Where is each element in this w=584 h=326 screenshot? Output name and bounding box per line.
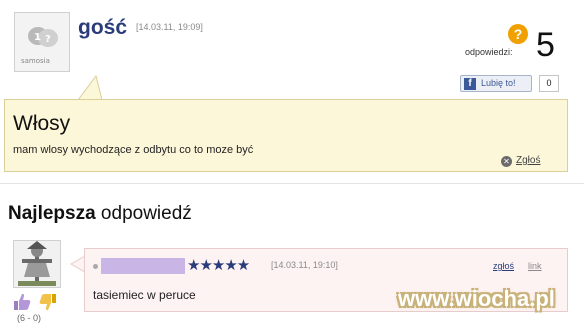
question-author-avatar[interactable]: 1 ? samosia [14, 12, 70, 72]
answer-permalink[interactable]: link [528, 261, 542, 271]
like-count: 0 [539, 75, 559, 92]
report-answer-link[interactable]: zgłoś [493, 261, 514, 271]
question-bubble-pointer [76, 75, 104, 101]
answers-count: 5 [536, 26, 555, 64]
question-author[interactable]: gość [78, 16, 127, 40]
question-icon: ? [508, 24, 528, 44]
thumbs-down-icon[interactable] [38, 292, 58, 312]
bullet-dot-icon [93, 264, 98, 269]
report-question-label: Zgłoś [516, 155, 541, 166]
facebook-icon: f [464, 78, 476, 90]
best-answer-heading-rest: odpowiedź [95, 203, 192, 224]
report-question-link[interactable]: ✕ Zgłoś [501, 155, 540, 167]
best-answer-heading: Najlepsza odpowiedź [8, 203, 192, 225]
vote-count: (6 - 0) [17, 313, 42, 323]
svg-text:?: ? [45, 34, 51, 45]
site-watermark: www.wiocha.pl [398, 286, 555, 311]
close-icon: ✕ [501, 156, 512, 167]
answers-count-label: odpowiedzi: [465, 47, 513, 57]
best-answer-heading-bold: Najlepsza [8, 203, 96, 224]
like-label: Lubię to! [481, 78, 516, 88]
scarecrow-avatar-icon [18, 241, 56, 286]
question-date: [14.03.11, 19:09] [136, 22, 203, 32]
speech-bubbles-icon: 1 ? [28, 27, 58, 47]
rating-stars: ★★★★★ [187, 257, 250, 274]
answer-author-avatar[interactable] [13, 240, 61, 288]
question-body: mam wlosy wychodzące z odbytu co to moze… [13, 144, 254, 156]
answer-text: tasiemiec w peruce [93, 288, 196, 302]
thumbs-up-icon[interactable] [12, 292, 32, 312]
question-box: Włosy mam wlosy wychodzące z odbytu co t… [4, 99, 568, 172]
facebook-like-button[interactable]: f Lubię to! [460, 75, 532, 92]
question-title: Włosy [13, 112, 71, 135]
answer-date: [14.03.11, 19:10] [271, 260, 338, 270]
answer-author-redacted [101, 258, 185, 274]
avatar-site-label: samosia [21, 57, 50, 65]
section-divider [0, 183, 584, 184]
svg-text:1: 1 [34, 32, 41, 43]
